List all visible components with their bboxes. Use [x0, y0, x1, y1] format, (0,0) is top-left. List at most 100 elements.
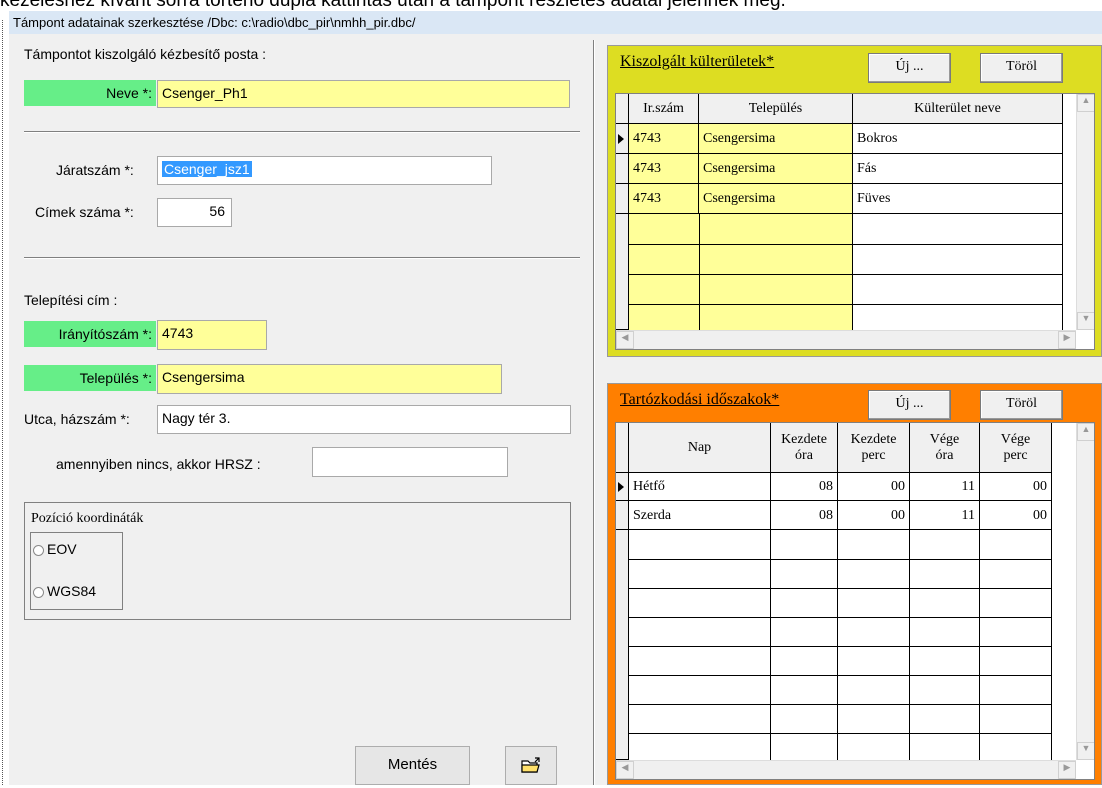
scroll-up-icon[interactable]: ▲: [1077, 423, 1094, 441]
zip-label: Irányítószám *:: [24, 321, 156, 347]
table-cell[interactable]: 11: [910, 473, 980, 501]
table-cell[interactable]: 11: [910, 501, 980, 530]
table-cell[interactable]: 08: [771, 473, 838, 501]
vertical-separator: [593, 40, 595, 785]
grid-line: [629, 274, 1063, 275]
table-cell[interactable]: 4743: [629, 184, 699, 214]
table-cell[interactable]: Füves: [853, 184, 1063, 214]
radio-wgs84-circle[interactable]: [33, 586, 44, 598]
zip-field[interactable]: 4743: [157, 320, 267, 350]
radio-wgs84-label: WGS84: [47, 583, 97, 599]
open-folder-button[interactable]: [505, 746, 557, 785]
row-selector[interactable]: [616, 184, 629, 214]
radio-eov[interactable]: EOV: [33, 541, 77, 557]
grid-line: [770, 530, 771, 760]
table-cell[interactable]: Szerda: [629, 501, 771, 530]
position-group-title: Pozíció koordináták: [31, 511, 144, 526]
periods-delete-button[interactable]: Töröl: [980, 390, 1063, 420]
areas-grid: Ir.szám Település Külterület neve 4743 C…: [615, 93, 1095, 350]
col-header-end-hour[interactable]: Vége óra: [910, 423, 980, 473]
table-cell[interactable]: 4743: [629, 124, 699, 154]
route-label: Járatszám *:: [56, 162, 134, 178]
grid-line: [1062, 214, 1063, 330]
street-field[interactable]: Nagy tér 3.: [157, 405, 571, 434]
empty-rows-yellow: [629, 214, 853, 330]
vertical-scrollbar[interactable]: ▲ ▼: [1076, 94, 1094, 330]
col-header-day[interactable]: Nap: [629, 423, 771, 473]
scroll-left-icon[interactable]: ◀: [616, 761, 634, 779]
scroll-left-icon[interactable]: ◀: [616, 331, 634, 349]
grid-line: [629, 559, 1052, 560]
table-cell[interactable]: 08: [771, 501, 838, 530]
install-addr-label: Telepítési cím :: [24, 292, 118, 308]
scroll-down-icon[interactable]: ▼: [1077, 312, 1094, 330]
table-cell[interactable]: 4743: [629, 154, 699, 184]
col-header-start-min[interactable]: Kezdete perc: [838, 423, 910, 473]
grid-line: [629, 304, 1063, 305]
grid-line: [837, 530, 838, 760]
current-row-icon: [618, 482, 624, 492]
table-cell[interactable]: Bokros: [853, 124, 1063, 154]
table-cell[interactable]: 00: [980, 473, 1052, 501]
table-cell[interactable]: 00: [838, 501, 910, 530]
row-selector[interactable]: [616, 473, 629, 501]
grid-line: [699, 214, 700, 330]
horizontal-scrollbar[interactable]: ◀ ▶: [616, 330, 1076, 349]
col-header-area-name[interactable]: Külterület neve: [853, 94, 1063, 124]
table-cell[interactable]: Csengersima: [699, 154, 853, 184]
separator: [24, 131, 580, 133]
save-button[interactable]: Mentés: [355, 746, 470, 785]
grid-line: [629, 675, 1052, 676]
row-selector[interactable]: [616, 124, 629, 154]
table-cell[interactable]: 00: [980, 501, 1052, 530]
periods-panel-title: Tartózkodási időszakok*: [620, 391, 780, 408]
row-selector[interactable]: [616, 501, 629, 530]
route-value: Csenger_jsz1: [162, 161, 252, 177]
folder-open-icon: [521, 757, 540, 773]
grid-line: [909, 530, 910, 760]
radio-eov-circle[interactable]: [33, 544, 44, 556]
table-cell[interactable]: Csengersima: [699, 184, 853, 214]
name-label: Neve *:: [24, 80, 156, 106]
areas-delete-button[interactable]: Töröl: [980, 53, 1063, 83]
town-field[interactable]: Csengersima: [157, 364, 502, 394]
col-header-start-hour[interactable]: Kezdete óra: [771, 423, 838, 473]
periods-new-button[interactable]: Új ...: [868, 390, 951, 420]
table-cell[interactable]: Csengersima: [699, 124, 853, 154]
horizontal-scrollbar[interactable]: ◀ ▶: [616, 760, 1076, 779]
scroll-right-icon[interactable]: ▶: [1058, 331, 1076, 349]
col-header-end-min[interactable]: Vége perc: [980, 423, 1052, 473]
radio-eov-label: EOV: [47, 541, 77, 557]
col-header-town[interactable]: Település: [699, 94, 853, 124]
radio-wgs84[interactable]: WGS84: [33, 583, 96, 599]
addr-count-label: Címek száma *:: [35, 204, 134, 220]
town-label: Település *:: [24, 365, 156, 391]
row-selector: [616, 530, 629, 760]
current-row-icon: [618, 134, 624, 144]
vertical-scrollbar[interactable]: ▲ ▼: [1076, 423, 1094, 760]
grid-line: [979, 530, 980, 760]
addr-count-field[interactable]: 56: [157, 198, 232, 227]
areas-panel-title: Kiszolgált külterületek*: [620, 53, 775, 70]
row-selector: [616, 214, 629, 330]
grid-corner: [616, 423, 629, 473]
page-edge: [2, 20, 4, 785]
grid-line: [629, 704, 1052, 705]
grid-line: [629, 646, 1052, 647]
table-cell[interactable]: 00: [838, 473, 910, 501]
table-cell[interactable]: Hétfő: [629, 473, 771, 501]
grid-line: [629, 588, 1052, 589]
hrsz-field[interactable]: [312, 447, 508, 477]
route-field[interactable]: Csenger_jsz1: [157, 156, 492, 185]
separator: [24, 257, 580, 259]
table-cell[interactable]: Fás: [853, 154, 1063, 184]
hrsz-label: amennyiben nincs, akkor HRSZ :: [56, 456, 261, 472]
post-section-label: Támpontot kiszolgáló kézbesítő posta :: [24, 46, 267, 62]
scroll-up-icon[interactable]: ▲: [1077, 94, 1094, 112]
scroll-down-icon[interactable]: ▼: [1077, 742, 1094, 760]
name-field[interactable]: Csenger_Ph1: [157, 80, 570, 108]
areas-new-button[interactable]: Új ...: [868, 53, 951, 83]
col-header-zip[interactable]: Ir.szám: [629, 94, 699, 124]
row-selector[interactable]: [616, 154, 629, 184]
scroll-right-icon[interactable]: ▶: [1058, 761, 1076, 779]
